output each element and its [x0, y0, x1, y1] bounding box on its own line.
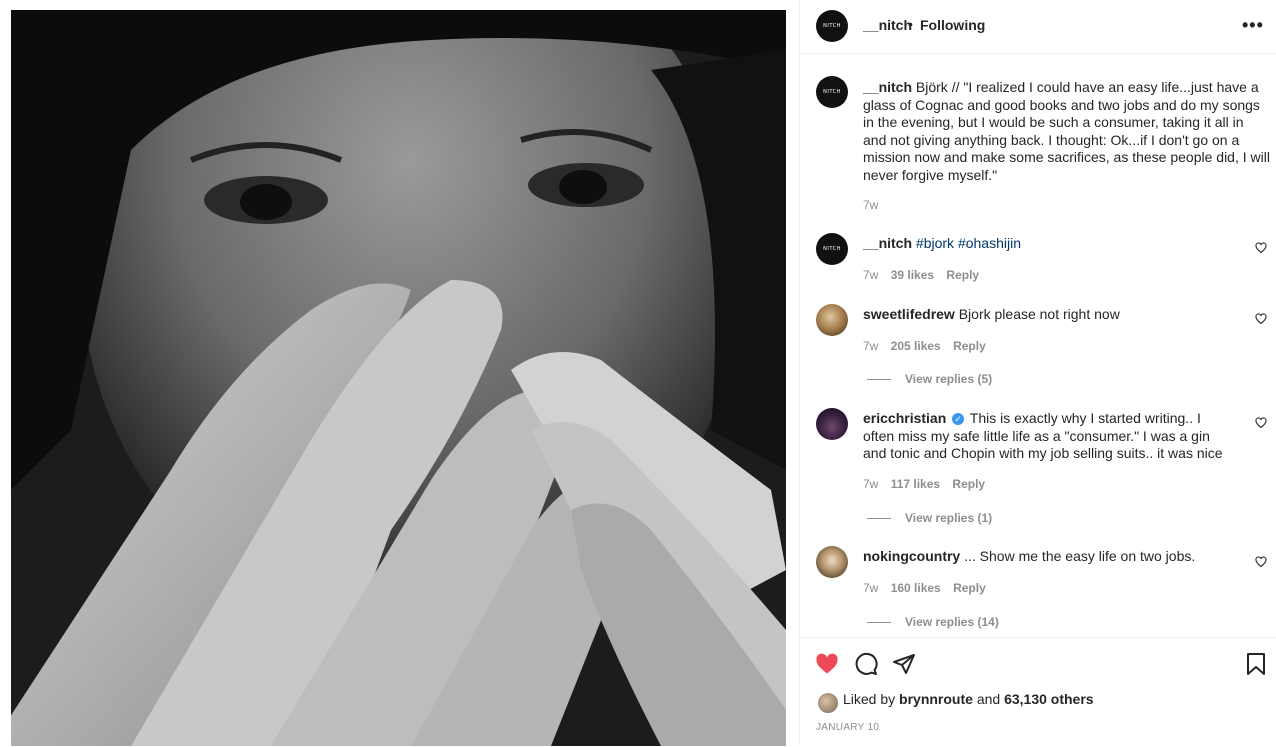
view-replies-label: View replies (14)	[905, 615, 999, 629]
more-options-icon[interactable]: •••	[1242, 15, 1264, 36]
hashtag-link[interactable]: #ohashijin	[958, 235, 1021, 251]
liked-by-avatar[interactable]	[817, 692, 839, 714]
comment-time[interactable]: 7w	[863, 581, 878, 595]
comment-avatar[interactable]	[816, 304, 848, 336]
reply-button[interactable]: Reply	[953, 339, 986, 353]
liked-and: and	[976, 691, 1001, 707]
comment-like-icon[interactable]	[1255, 313, 1267, 325]
comment-meta: 7w 205 likes Reply	[863, 339, 995, 353]
liked-user-link[interactable]: brynnroute	[899, 691, 973, 707]
comment-avatar[interactable]	[816, 546, 848, 578]
comment-text-block: ericchristian ✓ This is exactly why I st…	[863, 410, 1233, 463]
comment-likes[interactable]: 160 likes	[891, 581, 941, 595]
view-replies-label: View replies (1)	[905, 511, 993, 525]
liked-prefix: Liked by	[843, 691, 896, 707]
verified-badge-icon: ✓	[952, 413, 965, 426]
post-date[interactable]: JANUARY 10	[816, 722, 879, 733]
comment-username[interactable]: nokingcountry	[863, 548, 960, 564]
header-separator: •	[908, 16, 913, 32]
liked-heart-icon[interactable]	[815, 652, 839, 676]
view-replies-button[interactable]: View replies (14)	[867, 615, 999, 629]
comment-time[interactable]: 7w	[863, 339, 878, 353]
comment-time[interactable]: 7w	[863, 477, 878, 491]
caption-text-block: __nitch Björk // "I realized I could hav…	[863, 79, 1270, 184]
comment-meta: 7w 39 likes Reply	[863, 268, 988, 282]
caption-avatar[interactable]: NITCH	[816, 76, 848, 108]
author-username[interactable]: __nitch	[863, 17, 912, 33]
comment-like-icon[interactable]	[1255, 417, 1267, 429]
caption-time[interactable]: 7w	[863, 198, 878, 212]
comment-body: ... Show me the easy life on two jobs.	[964, 548, 1196, 564]
comment-meta: 7w 160 likes Reply	[863, 581, 995, 595]
comment-username[interactable]: sweetlifedrew	[863, 306, 955, 322]
view-replies-button[interactable]: View replies (5)	[867, 372, 992, 386]
post-header: NITCH __nitch • Following •••	[800, 0, 1276, 54]
comment-username[interactable]: __nitch	[863, 235, 912, 251]
replies-line	[867, 518, 891, 520]
caption-meta: 7w	[863, 198, 887, 212]
comment-meta: 7w 117 likes Reply	[863, 477, 994, 491]
comment-body: Bjork please not right now	[958, 306, 1120, 322]
comments-panel: NITCH __nitch • Following ••• NITCH __ni…	[800, 0, 1276, 746]
comment-text-block: nokingcountry ... Show me the easy life …	[863, 548, 1270, 566]
caption-username[interactable]: __nitch	[863, 79, 912, 95]
comment-text-block: __nitch #bjork #ohashijin	[863, 235, 1270, 253]
photo-illustration	[11, 10, 786, 746]
comment-text-block: sweetlifedrew Bjork please not right now	[863, 306, 1270, 324]
share-icon[interactable]	[892, 652, 916, 676]
comment-time[interactable]: 7w	[863, 268, 878, 282]
view-replies-button[interactable]: View replies (1)	[867, 511, 992, 525]
replies-line	[867, 622, 891, 624]
following-button[interactable]: Following	[920, 17, 985, 33]
post-photo[interactable]	[11, 10, 786, 746]
replies-line	[867, 379, 891, 381]
caption-body: Björk // "I realized I could have an eas…	[863, 79, 1270, 183]
comment-likes[interactable]: 39 likes	[891, 268, 934, 282]
comment-icon[interactable]	[854, 652, 878, 676]
comment-like-icon[interactable]	[1255, 242, 1267, 254]
hashtag-link[interactable]: #bjork	[916, 235, 954, 251]
comment-avatar[interactable]: NITCH	[816, 233, 848, 265]
author-avatar[interactable]: NITCH	[816, 10, 848, 42]
save-bookmark-icon[interactable]	[1244, 652, 1268, 676]
view-replies-label: View replies (5)	[905, 372, 993, 386]
comment-username[interactable]: ericchristian	[863, 410, 946, 426]
comment-likes[interactable]: 205 likes	[891, 339, 941, 353]
post-actions: Liked by brynnroute and 63,130 others JA…	[800, 637, 1276, 747]
reply-button[interactable]: Reply	[952, 477, 985, 491]
comment-likes[interactable]: 117 likes	[891, 477, 940, 491]
liked-others-link[interactable]: 63,130 others	[1004, 691, 1094, 707]
comment-avatar[interactable]	[816, 408, 848, 440]
reply-button[interactable]: Reply	[946, 268, 979, 282]
reply-button[interactable]: Reply	[953, 581, 986, 595]
comment-like-icon[interactable]	[1255, 556, 1267, 568]
liked-by-text: Liked by brynnroute and 63,130 others	[843, 691, 1094, 707]
